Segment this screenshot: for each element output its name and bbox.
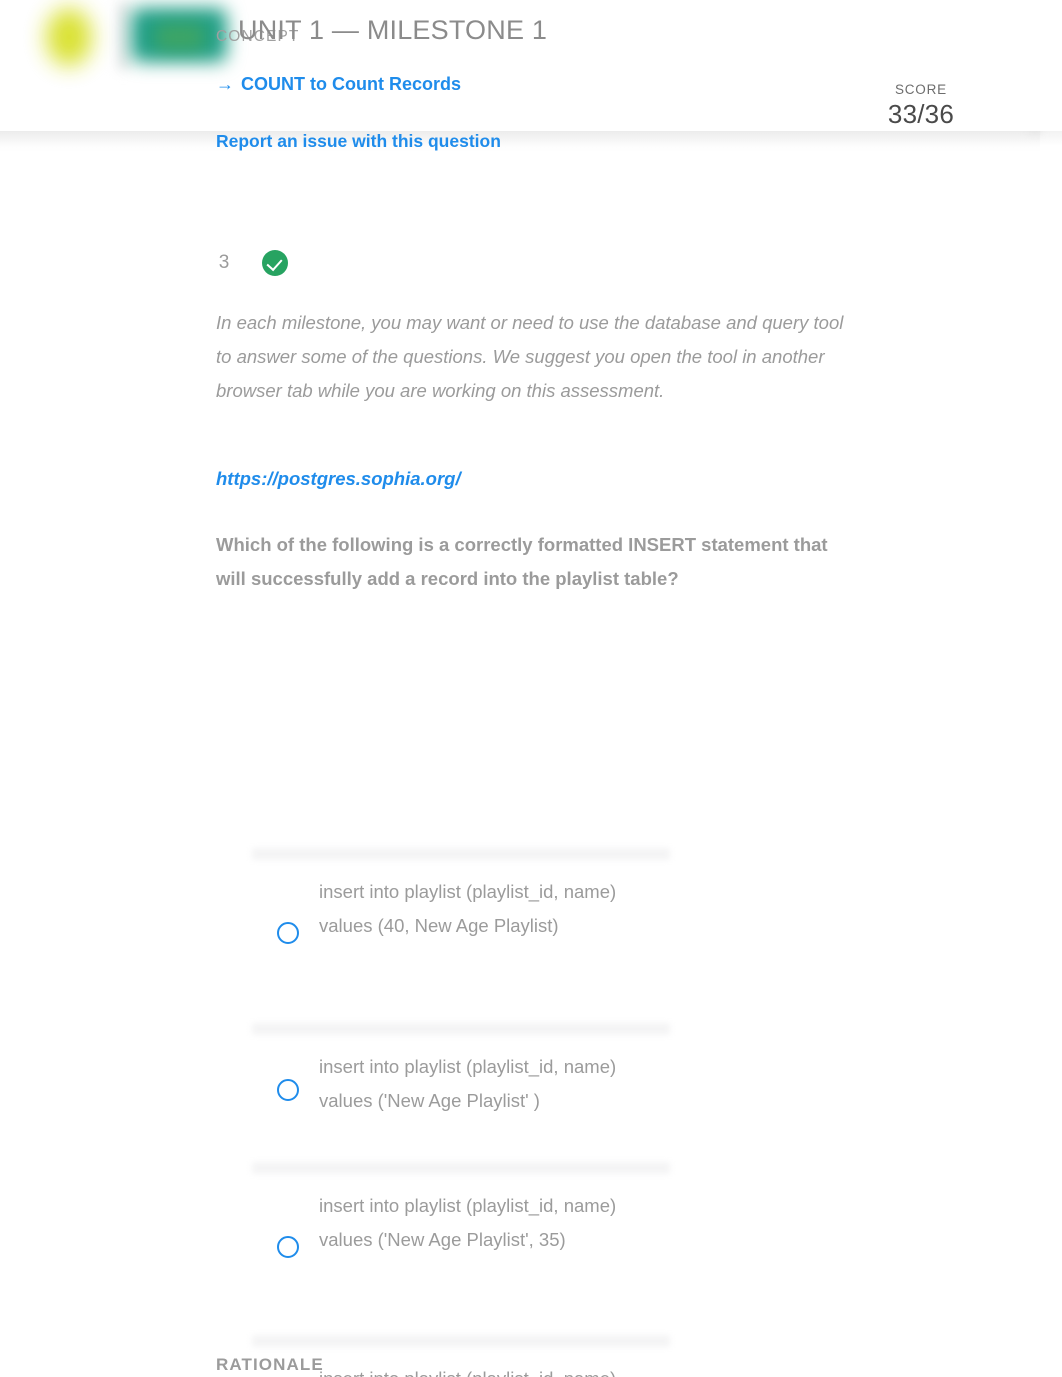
question-prompt: Which of the following is a correctly fo… (216, 534, 828, 589)
arrow-right-icon: → (216, 74, 234, 94)
question-number: 3 (218, 252, 230, 273)
logo-badge-inner-icon (155, 24, 205, 50)
option-divider (252, 1162, 670, 1174)
option-divider (252, 1023, 670, 1035)
answer-option-label[interactable]: insert into playlist (playlist_id, name)… (319, 875, 649, 943)
answer-radio[interactable] (277, 1236, 299, 1258)
answer-option-label[interactable]: insert into playlist (playlist_id, name)… (319, 1189, 649, 1257)
check-circle-icon (262, 250, 288, 276)
score-label: SCORE (894, 82, 947, 97)
logo-divider (117, 2, 130, 70)
option-divider (252, 848, 670, 860)
logo-icon (46, 8, 92, 66)
answer-radio[interactable] (277, 922, 299, 944)
option-divider (252, 1335, 670, 1347)
score-block: SCORE 33/36 (888, 82, 954, 130)
answer-radio[interactable] (277, 1079, 299, 1101)
database-tool-link[interactable]: https://postgres.sophia.org/ (216, 468, 461, 490)
report-issue-link[interactable]: Report an issue with this question (216, 131, 501, 152)
assessment-page: CONCEPT UNIT 1 — MILESTONE 1 → COUNT to C… (0, 0, 1062, 1377)
answer-option-label[interactable]: insert into playlist (playlist_id, name)… (319, 1362, 649, 1377)
milestone-instructions: In each milestone, you may want or need … (216, 312, 844, 401)
page-title: UNIT 1 — MILESTONE 1 (238, 15, 548, 45)
concept-link-label: COUNT to Count Records (241, 74, 461, 94)
question-number-row: 3 (216, 250, 288, 276)
answer-option-label[interactable]: insert into playlist (playlist_id, name)… (319, 1050, 669, 1118)
concept-link[interactable]: → COUNT to Count Records (216, 74, 461, 95)
score-value: 33/36 (887, 99, 954, 129)
rationale-heading: RATIONALE (216, 1355, 324, 1374)
